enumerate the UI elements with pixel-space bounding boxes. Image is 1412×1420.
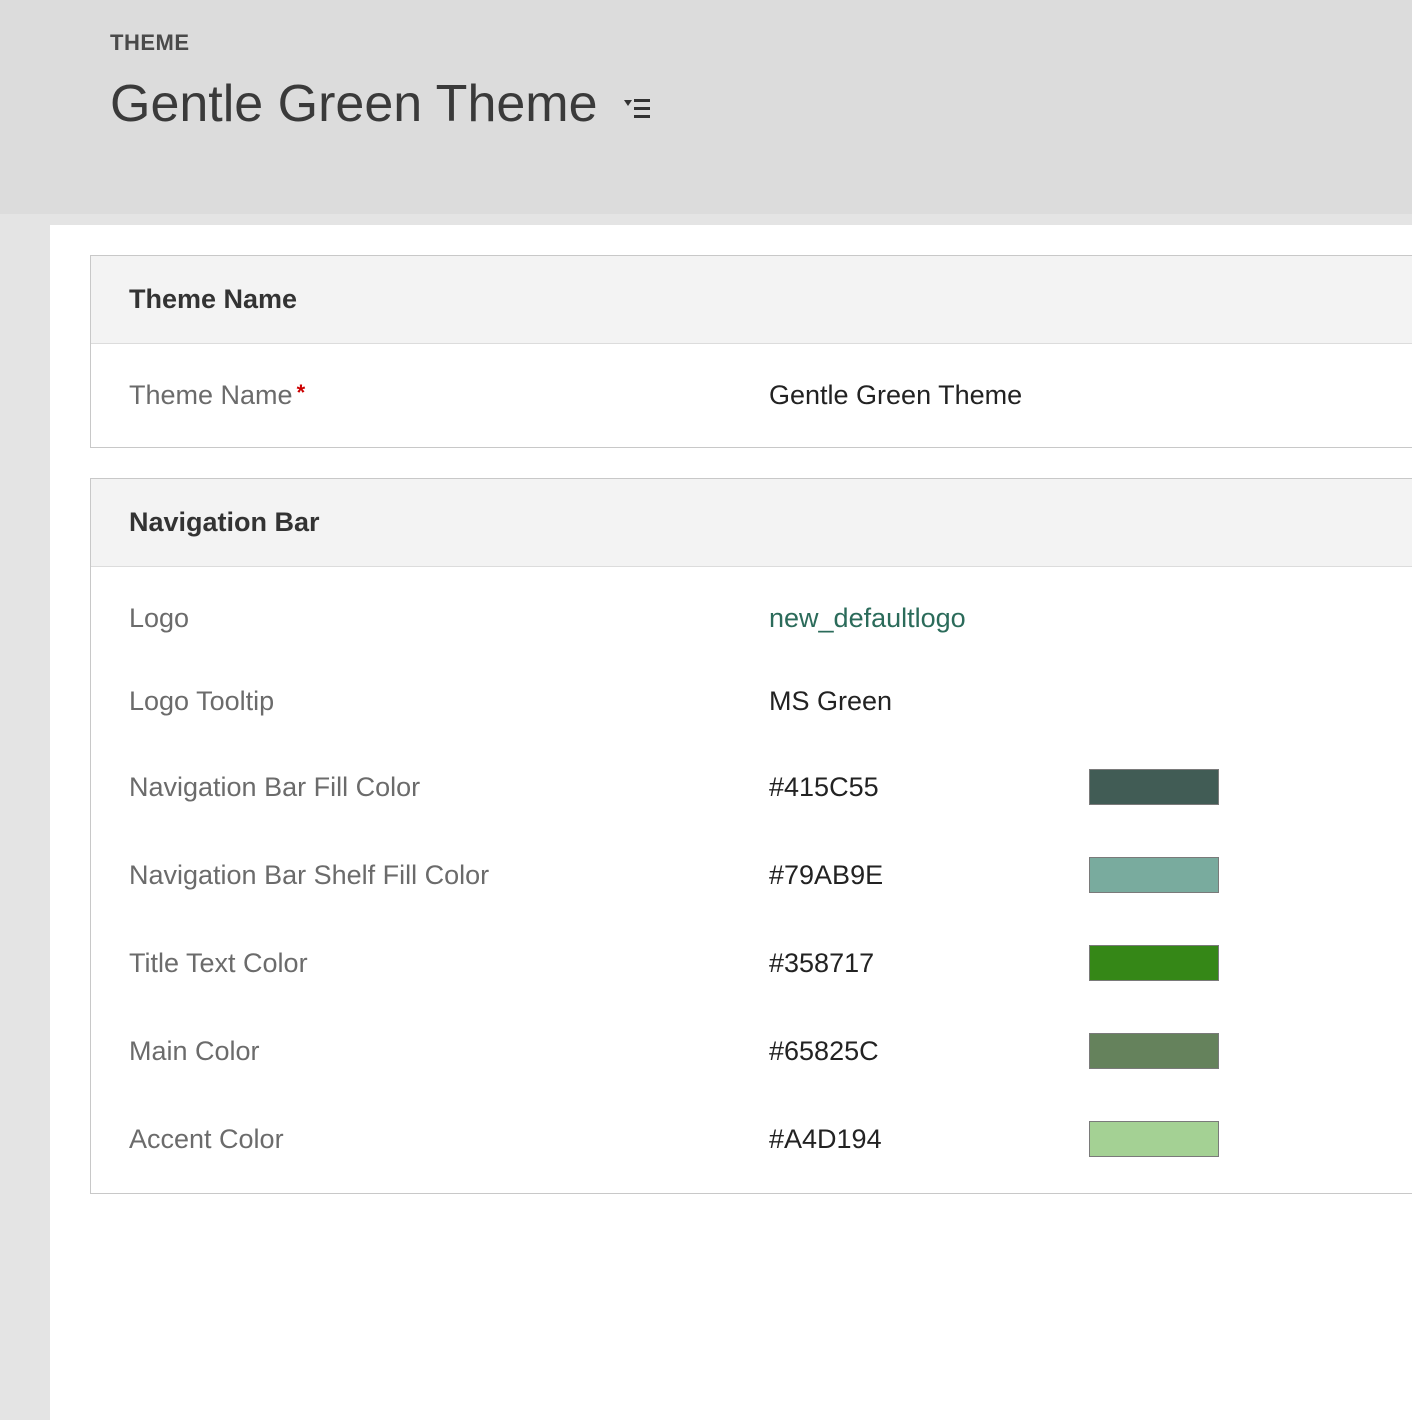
- field-logo-label: Logo: [129, 603, 769, 634]
- field-main-color-value[interactable]: #65825C: [769, 1036, 1079, 1067]
- section-header-navigation-bar[interactable]: Navigation Bar: [91, 479, 1412, 567]
- field-main-color-label: Main Color: [129, 1036, 769, 1067]
- field-navbar-shelf-fill-color-value[interactable]: #79AB9E: [769, 860, 1079, 891]
- field-theme-name-value[interactable]: Gentle Green Theme: [769, 380, 1179, 411]
- field-theme-name-label-text: Theme Name: [129, 380, 293, 410]
- section-theme-name: Theme Name Theme Name* Gentle Green Them…: [90, 255, 1412, 448]
- field-navbar-fill-color-label: Navigation Bar Fill Color: [129, 772, 769, 803]
- field-logo-tooltip-value[interactable]: MS Green: [769, 686, 1179, 717]
- swatch-main-color[interactable]: [1089, 1033, 1219, 1069]
- field-logo-tooltip-label: Logo Tooltip: [129, 686, 769, 717]
- field-theme-name-row: Theme Name* Gentle Green Theme: [91, 354, 1412, 437]
- field-logo-value[interactable]: new_defaultlogo: [769, 603, 1179, 634]
- section-header-theme-name[interactable]: Theme Name: [91, 256, 1412, 344]
- field-navbar-fill-color-row: Navigation Bar Fill Color #415C55: [91, 743, 1412, 831]
- field-theme-name-label: Theme Name*: [129, 380, 769, 411]
- required-asterisk-icon: *: [297, 380, 306, 405]
- field-navbar-shelf-fill-color-row: Navigation Bar Shelf Fill Color #79AB9E: [91, 831, 1412, 919]
- swatch-navbar-fill-color[interactable]: [1089, 769, 1219, 805]
- breadcrumb[interactable]: THEME: [110, 30, 1412, 56]
- field-accent-color-value[interactable]: #A4D194: [769, 1124, 1079, 1155]
- section-navigation-bar: Navigation Bar Logo new_defaultlogo Logo…: [90, 478, 1412, 1194]
- swatch-title-text-color[interactable]: [1089, 945, 1219, 981]
- swatch-navbar-shelf-fill-color[interactable]: [1089, 857, 1219, 893]
- field-main-color-row: Main Color #65825C: [91, 1007, 1412, 1095]
- page-title: Gentle Green Theme: [110, 74, 598, 134]
- field-logo-row: Logo new_defaultlogo: [91, 577, 1412, 660]
- field-title-text-color-value[interactable]: #358717: [769, 948, 1079, 979]
- swatch-accent-color[interactable]: [1089, 1121, 1219, 1157]
- record-menu-icon[interactable]: [622, 94, 652, 124]
- field-navbar-fill-color-value[interactable]: #415C55: [769, 772, 1079, 803]
- field-logo-tooltip-row: Logo Tooltip MS Green: [91, 660, 1412, 743]
- form-panel: Theme Name Theme Name* Gentle Green Them…: [50, 225, 1412, 1420]
- field-accent-color-label: Accent Color: [129, 1124, 769, 1155]
- page-header: THEME Gentle Green Theme: [0, 0, 1412, 214]
- field-accent-color-row: Accent Color #A4D194: [91, 1095, 1412, 1183]
- field-title-text-color-row: Title Text Color #358717: [91, 919, 1412, 1007]
- field-navbar-shelf-fill-color-label: Navigation Bar Shelf Fill Color: [129, 860, 769, 891]
- field-title-text-color-label: Title Text Color: [129, 948, 769, 979]
